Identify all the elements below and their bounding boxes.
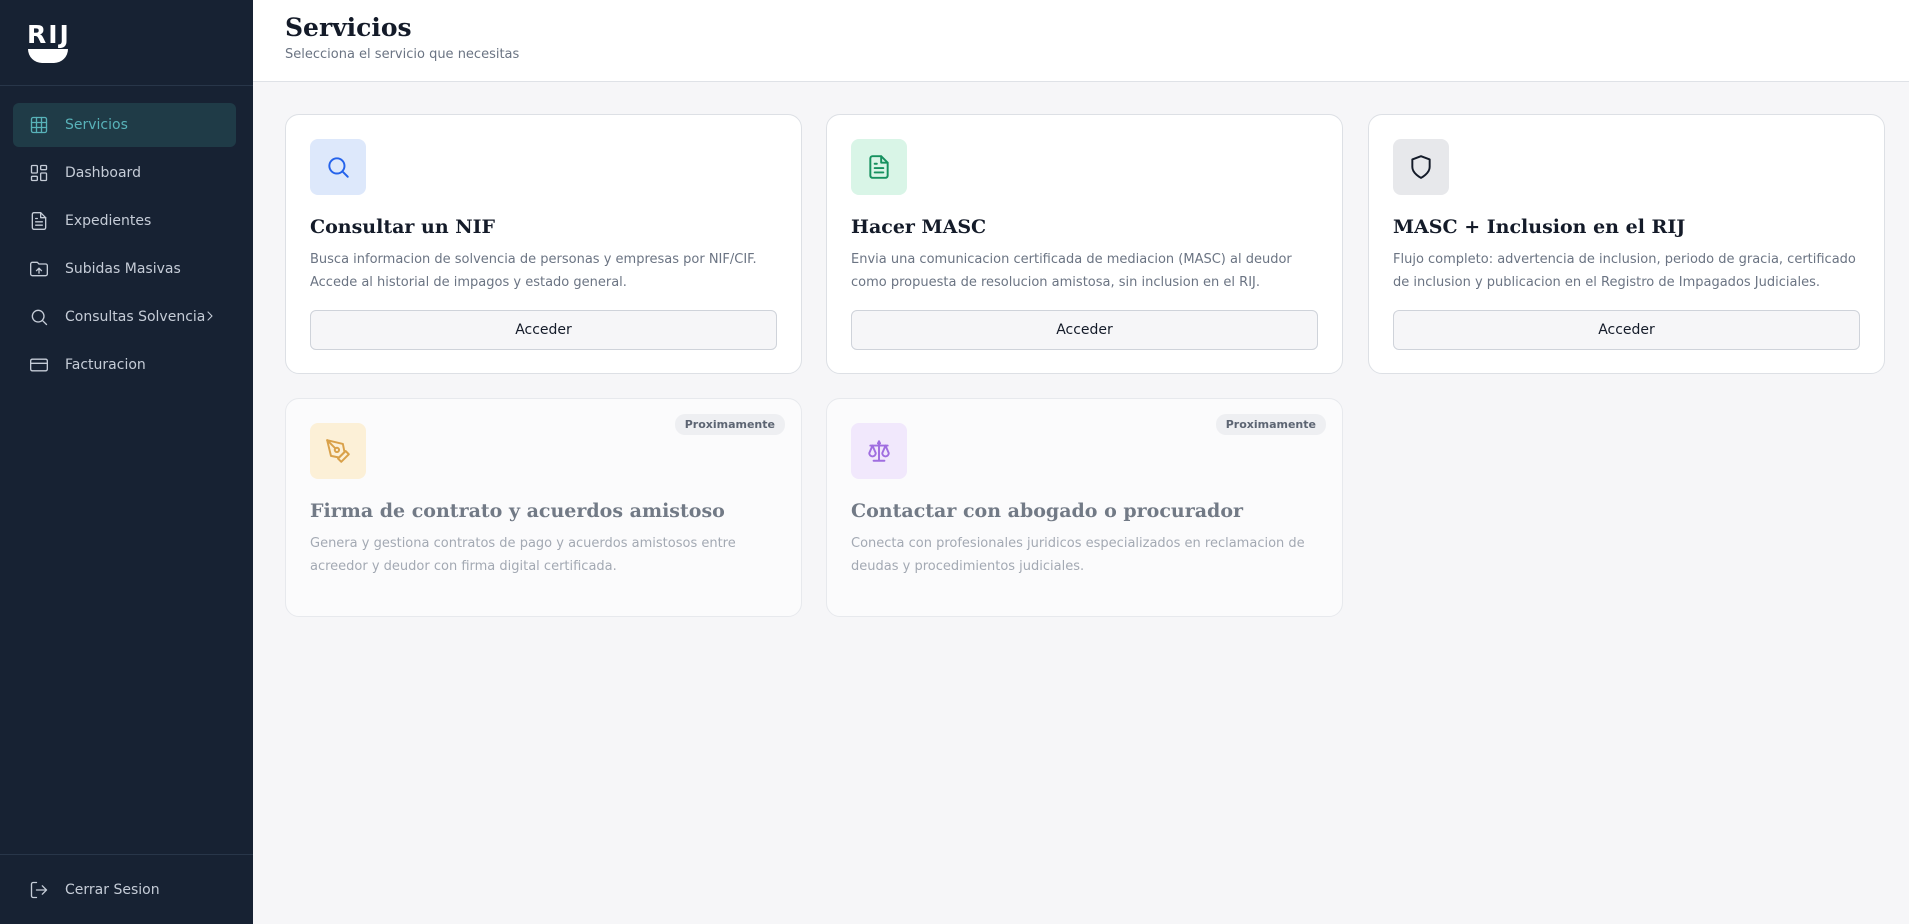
folder-upload-icon <box>29 259 49 279</box>
access-button[interactable]: Acceder <box>310 310 777 350</box>
grid-icon <box>29 115 49 135</box>
sidebar-item-label: Expedientes <box>65 213 152 229</box>
card-description: Genera y gestiona contratos de pago y ac… <box>310 536 736 574</box>
chevron-right-icon <box>202 308 218 324</box>
access-button[interactable]: Acceder <box>1393 310 1860 350</box>
card-description: Busca informacion de solvencia de person… <box>310 252 757 290</box>
coming-soon-badge: Proximamente <box>674 414 785 435</box>
sidebar-item-label: Consultas Solvencia <box>65 309 206 325</box>
card-description: Flujo completo: advertencia de inclusion… <box>1393 252 1856 290</box>
credit-card-icon <box>29 355 49 375</box>
dashboard-icon <box>29 163 49 183</box>
logo[interactable]: RIJ <box>0 0 253 86</box>
card-description: Envia una comunicacion certificada de me… <box>851 252 1292 290</box>
sidebar-item-servicios[interactable]: Servicios <box>13 103 236 147</box>
service-card-masc-inclusion: MASC + Inclusion en el RIJ Flujo complet… <box>1368 114 1885 374</box>
logo-mark: RIJ <box>27 19 71 63</box>
document-icon <box>869 155 889 179</box>
card-title: Consultar un NIF <box>310 216 496 238</box>
search-icon <box>29 307 49 327</box>
service-card-firma-contrato: Proximamente Firma de contrato y acuerdo… <box>285 398 802 617</box>
card-icon-container <box>310 423 366 479</box>
sidebar: RIJ Servicios Dashboard Expedientes Subi… <box>0 0 253 924</box>
page-subtitle: Selecciona el servicio que necesitas <box>285 47 520 62</box>
document-icon <box>29 211 49 231</box>
pen-tool-icon <box>326 439 350 463</box>
sidebar-item-facturacion[interactable]: Facturacion <box>13 343 236 387</box>
card-title: MASC + Inclusion en el RIJ <box>1393 216 1686 238</box>
sidebar-item-dashboard[interactable]: Dashboard <box>13 151 236 195</box>
logout-icon <box>29 880 49 900</box>
sidebar-item-label: Facturacion <box>65 357 146 373</box>
sidebar-footer: Cerrar Sesion <box>0 854 253 924</box>
search-icon <box>328 157 349 178</box>
sidebar-item-label: Dashboard <box>65 165 141 181</box>
logout-label: Cerrar Sesion <box>65 882 160 898</box>
coming-soon-badge: Proximamente <box>1215 414 1326 435</box>
service-card-consultar-nif: Consultar un NIF Busca informacion de so… <box>285 114 802 374</box>
card-icon-container <box>310 139 366 195</box>
sidebar-item-label: Subidas Masivas <box>65 261 181 277</box>
access-button[interactable]: Acceder <box>851 310 1318 350</box>
card-title: Contactar con abogado o procurador <box>851 500 1244 522</box>
card-description: Conecta con profesionales juridicos espe… <box>851 536 1305 574</box>
service-card-hacer-masc: Hacer MASC Envia una comunicacion certif… <box>826 114 1343 374</box>
page-header: Servicios Selecciona el servicio que nec… <box>253 0 1909 82</box>
sidebar-item-subidas-masivas[interactable]: Subidas Masivas <box>13 247 236 291</box>
card-icon-container <box>851 423 907 479</box>
card-title: Firma de contrato y acuerdos amistoso <box>310 500 725 522</box>
shield-icon <box>1411 155 1431 179</box>
sidebar-item-label: Servicios <box>65 117 128 133</box>
page-title: Servicios <box>285 13 412 42</box>
logout-button[interactable]: Cerrar Sesion <box>13 868 240 912</box>
service-card-contactar-abogado: Proximamente Contactar con abogado o pro… <box>826 398 1343 617</box>
card-icon-container <box>1393 139 1449 195</box>
sidebar-item-expedientes[interactable]: Expedientes <box>13 199 236 243</box>
sidebar-nav: Servicios Dashboard Expedientes Subidas … <box>13 103 236 391</box>
logo-smile-icon <box>28 48 68 63</box>
card-icon-container <box>851 139 907 195</box>
sidebar-item-consultas-solvencia[interactable]: Consultas Solvencia <box>13 295 236 339</box>
card-title: Hacer MASC <box>851 216 987 238</box>
logo-text: RIJ <box>27 19 71 49</box>
scale-icon <box>868 440 890 462</box>
